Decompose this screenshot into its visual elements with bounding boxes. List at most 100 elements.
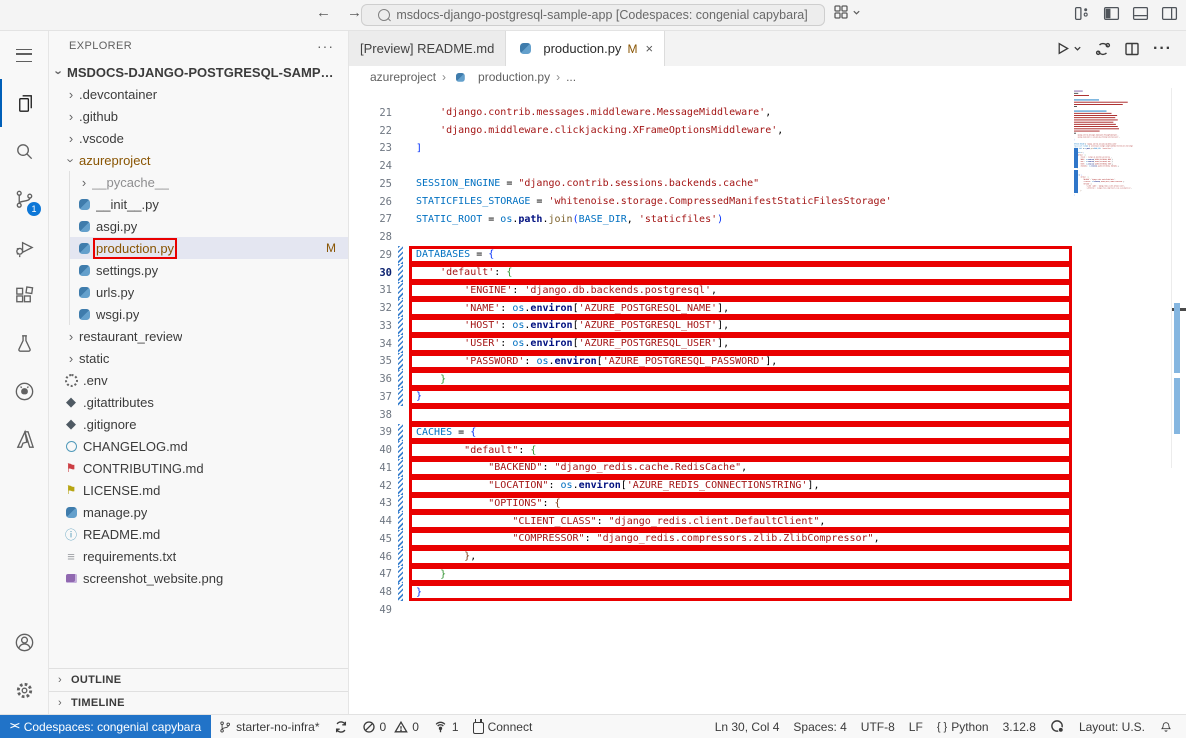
code-line-37[interactable]: 37}: [349, 388, 1186, 406]
language-mode[interactable]: { } Python: [930, 715, 996, 738]
code-line-46[interactable]: 46 },: [349, 548, 1186, 566]
breadcrumb-item[interactable]: ...: [566, 70, 576, 84]
code-line-40[interactable]: 40 "default": {: [349, 441, 1186, 459]
codespaces-status-button[interactable]: [1043, 715, 1072, 738]
line-number[interactable]: 44: [349, 515, 392, 527]
line-number[interactable]: 49: [349, 604, 392, 616]
source-control-tab[interactable]: 1: [0, 175, 48, 223]
line-number[interactable]: 27: [349, 213, 392, 225]
line-number[interactable]: 47: [349, 568, 392, 580]
code-line-30[interactable]: 30 'default': {: [349, 264, 1186, 282]
line-number[interactable]: 40: [349, 444, 392, 456]
azure-tab[interactable]: [0, 415, 48, 463]
tree-item-manage.py[interactable]: manage.py: [49, 501, 348, 523]
search-tab[interactable]: [0, 127, 48, 175]
cursor-position[interactable]: Ln 30, Col 4: [708, 715, 787, 738]
more-actions-button[interactable]: ···: [1153, 40, 1172, 58]
encoding[interactable]: UTF-8: [854, 715, 902, 738]
remote-indicator[interactable]: >< Codespaces: congenial capybara: [0, 715, 211, 738]
code-line-26[interactable]: 26STATICFILES_STORAGE = 'whitenoise.stor…: [349, 193, 1186, 211]
tree-item-screenshot_website.png[interactable]: screenshot_website.png: [49, 567, 348, 589]
line-number[interactable]: 35: [349, 355, 392, 367]
tree-item-wsgi.py[interactable]: wsgi.py: [69, 303, 348, 325]
accounts-button[interactable]: [0, 618, 48, 666]
testing-tab[interactable]: [0, 319, 48, 367]
line-number[interactable]: 33: [349, 320, 392, 332]
notifications-button[interactable]: [1152, 715, 1180, 738]
line-number[interactable]: 45: [349, 533, 392, 545]
code-line-25[interactable]: 25SESSION_ENGINE = "django.contrib.sessi…: [349, 175, 1186, 193]
tree-item-README.md[interactable]: ⓘREADME.md: [49, 523, 348, 545]
line-number[interactable]: 29: [349, 249, 392, 261]
sync-button[interactable]: [327, 715, 355, 738]
tree-item-settings.py[interactable]: settings.py: [69, 259, 348, 281]
github-tab[interactable]: [0, 367, 48, 415]
breadcrumb-item[interactable]: production.py: [478, 70, 550, 84]
breadcrumb-item[interactable]: azureproject: [370, 70, 436, 84]
line-number[interactable]: 22: [349, 125, 392, 137]
tree-item-LICENSE.md[interactable]: ⚑LICENSE.md: [49, 479, 348, 501]
code-editor[interactable]: 21 'django.contrib.messages.middleware.M…: [349, 88, 1186, 714]
overview-ruler[interactable]: [1171, 88, 1186, 468]
tree-item-asgi.py[interactable]: asgi.py: [69, 215, 348, 237]
explorer-tab[interactable]: [0, 79, 48, 127]
tree-item-production.py[interactable]: production.pyM: [69, 237, 348, 259]
code-line-34[interactable]: 34 'USER': os.environ['AZURE_POSTGRESQL_…: [349, 335, 1186, 353]
tree-item-.vscode[interactable]: ›.vscode: [49, 127, 348, 149]
code-line-44[interactable]: 44 "CLIENT_CLASS": "django_redis.client.…: [349, 512, 1186, 530]
problems-indicator[interactable]: 0 0: [355, 715, 426, 738]
line-number[interactable]: 34: [349, 338, 392, 350]
code-line-45[interactable]: 45 "COMPRESSOR": "django_redis.compresso…: [349, 530, 1186, 548]
code-line-27[interactable]: 27STATIC_ROOT = os.path.join(BASE_DIR, '…: [349, 211, 1186, 229]
line-number[interactable]: 30: [349, 267, 392, 279]
toggle-panel-icon[interactable]: [1132, 5, 1149, 22]
tree-item-__pycache__[interactable]: ›__pycache__: [69, 171, 348, 193]
line-number[interactable]: 24: [349, 160, 392, 172]
tree-item-azureproject[interactable]: ›azureproject: [49, 149, 348, 171]
customize-layout-icon[interactable]: [1074, 5, 1091, 22]
python-version[interactable]: 3.12.8: [996, 715, 1043, 738]
split-editor-icon[interactable]: [1124, 41, 1140, 57]
code-line-31[interactable]: 31 'ENGINE': 'django.db.backends.postgre…: [349, 282, 1186, 300]
command-center-search[interactable]: msdocs-django-postgresql-sample-app [Cod…: [361, 4, 825, 26]
explorer-actions-button[interactable]: ···: [317, 38, 334, 54]
tree-item-urls.py[interactable]: urls.py: [69, 281, 348, 303]
outline-section[interactable]: › OUTLINE: [49, 668, 348, 691]
minimap[interactable]: 'django.contrib.messages.middleware.Mess…: [1074, 90, 1170, 202]
open-changes-icon[interactable]: [1095, 41, 1111, 57]
toggle-secondary-sidebar-icon[interactable]: [1161, 5, 1178, 22]
tree-item-.github[interactable]: ›.github: [49, 105, 348, 127]
code-line-22[interactable]: 22 'django.middleware.clickjacking.XFram…: [349, 122, 1186, 140]
line-number[interactable]: 48: [349, 586, 392, 598]
code-line-41[interactable]: 41 "BACKEND": "django_redis.cache.RedisC…: [349, 459, 1186, 477]
tree-item-CONTRIBUTING.md[interactable]: ⚑CONTRIBUTING.md: [49, 457, 348, 479]
branch-indicator[interactable]: starter-no-infra*: [211, 715, 326, 738]
timeline-section[interactable]: › TIMELINE: [49, 691, 348, 714]
tree-item-.env[interactable]: .env: [49, 369, 348, 391]
toggle-primary-sidebar-icon[interactable]: [1103, 5, 1120, 22]
line-number[interactable]: 42: [349, 480, 392, 492]
keyboard-layout[interactable]: Layout: U.S.: [1072, 715, 1152, 738]
tree-item-static[interactable]: ›static: [49, 347, 348, 369]
line-number[interactable]: 43: [349, 497, 392, 509]
code-line-49[interactable]: 49: [349, 601, 1186, 619]
tree-item-requirements.txt[interactable]: ≡requirements.txt: [49, 545, 348, 567]
code-line-35[interactable]: 35 'PASSWORD': os.environ['AZURE_POSTGRE…: [349, 353, 1186, 371]
code-line-42[interactable]: 42 "LOCATION": os.environ['AZURE_REDIS_C…: [349, 477, 1186, 495]
code-line-39[interactable]: 39CACHES = {: [349, 424, 1186, 442]
line-number[interactable]: 26: [349, 196, 392, 208]
settings-button[interactable]: [0, 666, 48, 714]
line-number[interactable]: 37: [349, 391, 392, 403]
line-number[interactable]: 41: [349, 462, 392, 474]
menu-button[interactable]: [0, 31, 48, 79]
tree-item-.devcontainer[interactable]: ›.devcontainer: [49, 83, 348, 105]
line-number[interactable]: 46: [349, 551, 392, 563]
tree-item-CHANGELOG.md[interactable]: CHANGELOG.md: [49, 435, 348, 457]
code-line-47[interactable]: 47 }: [349, 566, 1186, 584]
tree-item-.gitignore[interactable]: ◆.gitignore: [49, 413, 348, 435]
tree-item-__init__.py[interactable]: __init__.py: [69, 193, 348, 215]
code-line-32[interactable]: 32 'NAME': os.environ['AZURE_POSTGRESQL_…: [349, 299, 1186, 317]
extensions-tab[interactable]: [0, 271, 48, 319]
code-line-43[interactable]: 43 "OPTIONS": {: [349, 495, 1186, 513]
tree-item-.gitattributes[interactable]: ◆.gitattributes: [49, 391, 348, 413]
